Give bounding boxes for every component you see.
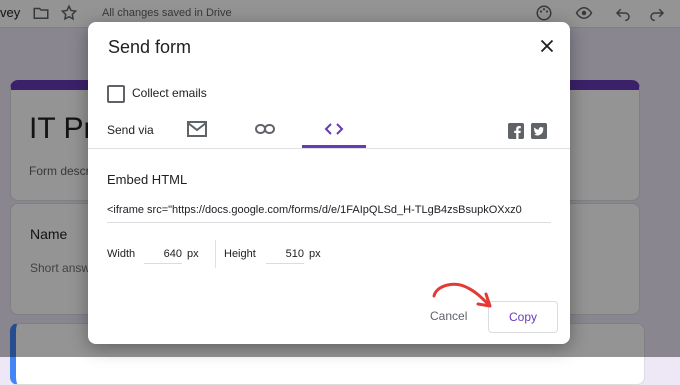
send-via-link-tab[interactable] bbox=[233, 114, 297, 148]
annotation-arrow-icon bbox=[432, 282, 492, 308]
close-icon[interactable] bbox=[536, 35, 558, 57]
send-form-dialog: Send form Collect emails Send via Embed … bbox=[88, 22, 570, 344]
copy-button[interactable]: Copy bbox=[488, 301, 558, 333]
twitter-icon[interactable] bbox=[531, 123, 547, 139]
height-label: Height bbox=[224, 248, 256, 260]
send-via-email-tab[interactable] bbox=[165, 114, 229, 148]
email-icon bbox=[187, 121, 207, 137]
embed-code-icon bbox=[324, 123, 344, 135]
collect-emails-checkbox[interactable] bbox=[107, 85, 125, 103]
link-icon bbox=[255, 124, 275, 134]
embed-code-field[interactable]: <iframe src="https://docs.google.com/for… bbox=[107, 204, 551, 223]
height-input[interactable]: 510 bbox=[266, 245, 304, 264]
embed-html-heading: Embed HTML bbox=[107, 172, 188, 187]
send-via-label: Send via bbox=[107, 123, 154, 137]
dimension-separator bbox=[215, 240, 216, 268]
width-input[interactable]: 640 bbox=[144, 245, 182, 264]
width-label: Width bbox=[107, 248, 136, 260]
height-unit: px bbox=[309, 248, 321, 260]
tab-divider bbox=[88, 148, 570, 149]
collect-emails-label[interactable]: Collect emails bbox=[132, 86, 207, 100]
facebook-icon[interactable] bbox=[508, 123, 524, 139]
send-via-embed-tab[interactable] bbox=[302, 114, 366, 148]
width-unit: px bbox=[187, 248, 199, 260]
dialog-title: Send form bbox=[108, 37, 192, 57]
